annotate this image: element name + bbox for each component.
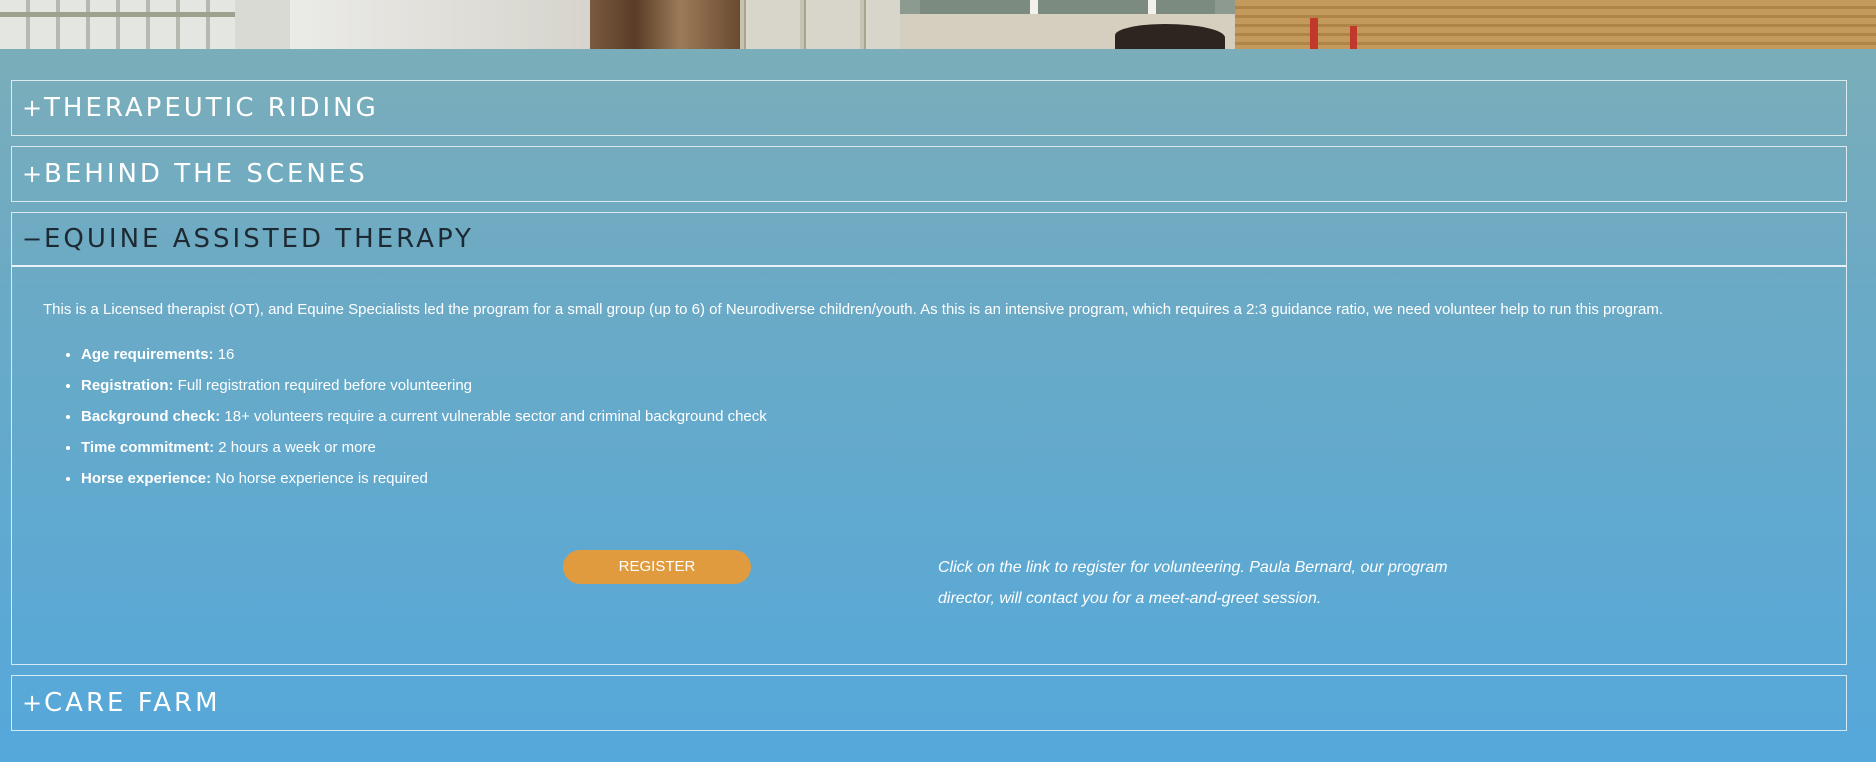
register-button[interactable]: REGISTER (563, 550, 751, 584)
expand-plus-icon: + (22, 689, 43, 717)
requirement-horse-experience: Horse experience: No horse experience is… (81, 463, 1846, 494)
requirement-label: Background check: (81, 408, 221, 425)
accordion-panel-equine-assisted-therapy: This is a Licensed therapist (OT), and E… (12, 267, 1846, 664)
accordion-item-equine-assisted-therapy: − EQUINE ASSISTED THERAPY This is a Lice… (11, 212, 1847, 665)
requirement-label: Registration: (81, 377, 174, 394)
requirement-value: 16 (213, 346, 235, 363)
program-accordion: + THERAPEUTIC RIDING + BEHIND THE SCENES… (11, 80, 1847, 741)
register-instructions: Click on the link to register for volunt… (938, 559, 1448, 607)
collapse-minus-icon: − (22, 225, 43, 253)
expand-plus-icon: + (22, 94, 43, 122)
requirement-registration: Registration: Full registration required… (81, 370, 1846, 401)
requirements-list: Age requirements: 16 Registration: Full … (43, 339, 1846, 494)
requirement-value: Full registration required before volunt… (173, 377, 473, 394)
accordion-title: THERAPEUTIC RIDING (44, 93, 379, 123)
requirement-age: Age requirements: 16 (81, 339, 1846, 370)
accordion-header-care-farm[interactable]: + CARE FARM (12, 676, 1846, 730)
requirement-label: Horse experience: (81, 470, 212, 487)
requirement-label: Age requirements: (81, 346, 214, 363)
requirement-value: 2 hours a week or more (214, 439, 376, 456)
requirement-value: 18+ volunteers require a current vulnera… (220, 408, 767, 425)
accordion-item-care-farm: + CARE FARM (11, 675, 1847, 731)
expand-plus-icon: + (22, 160, 43, 188)
requirement-background-check: Background check: 18+ volunteers require… (81, 401, 1846, 432)
accordion-header-therapeutic-riding[interactable]: + THERAPEUTIC RIDING (12, 81, 1846, 135)
accordion-title: CARE FARM (44, 688, 221, 718)
accordion-header-equine-assisted-therapy[interactable]: − EQUINE ASSISTED THERAPY (12, 213, 1846, 267)
accordion-item-therapeutic-riding: + THERAPEUTIC RIDING (11, 80, 1847, 136)
accordion-header-behind-the-scenes[interactable]: + BEHIND THE SCENES (12, 147, 1846, 201)
requirement-value: No horse experience is required (211, 470, 428, 487)
requirement-time-commitment: Time commitment: 2 hours a week or more (81, 432, 1846, 463)
accordion-title: BEHIND THE SCENES (44, 159, 368, 189)
accordion-item-behind-the-scenes: + BEHIND THE SCENES (11, 146, 1847, 202)
accordion-title: EQUINE ASSISTED THERAPY (44, 224, 474, 254)
header-banner-photo (0, 0, 1876, 49)
requirement-label: Time commitment: (81, 439, 215, 456)
program-description: This is a Licensed therapist (OT), and E… (43, 301, 1664, 318)
